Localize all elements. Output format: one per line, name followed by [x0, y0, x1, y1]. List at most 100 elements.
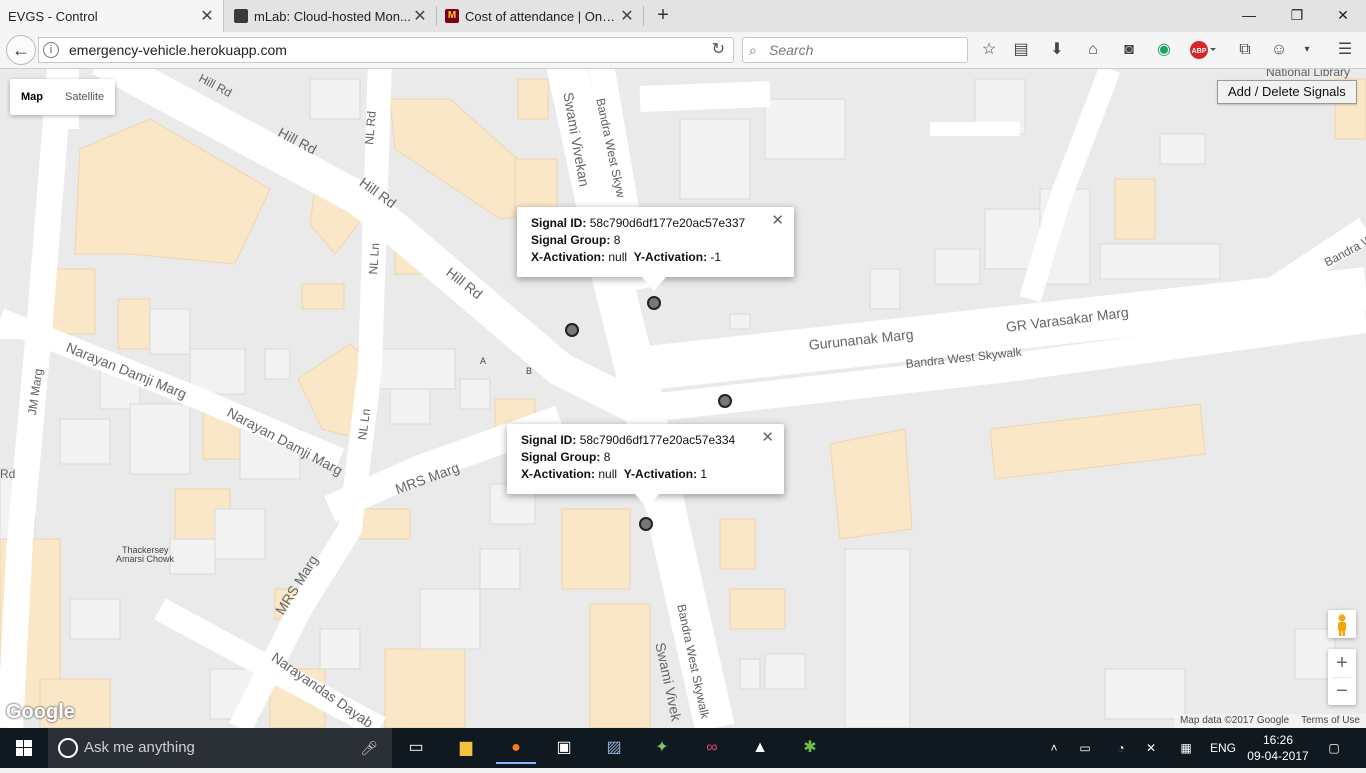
x-activation-value: null: [608, 250, 628, 264]
svg-text:ABP: ABP: [1192, 48, 1207, 55]
clock-time: 16:26: [1262, 733, 1294, 747]
terms-of-use-link[interactable]: Terms of Use: [1301, 714, 1360, 728]
overflow-chevron-icon[interactable]: ▾: [1296, 39, 1318, 61]
info-icon[interactable]: i: [43, 42, 59, 58]
street-label: Rd: [0, 467, 16, 481]
tab-cost-of-attendance[interactable]: M Cost of attendance | One ... ✕: [437, 0, 643, 32]
tab-evgs-control[interactable]: EVGS - Control ✕: [0, 0, 224, 32]
url-text: emergency-vehicle.herokuapp.com: [69, 42, 287, 58]
language-indicator[interactable]: ENG: [1208, 728, 1238, 768]
street-label: National Library: [1266, 69, 1351, 79]
back-button[interactable]: ←: [6, 35, 36, 65]
close-icon[interactable]: ✕: [619, 6, 635, 26]
y-activation-label: Y-Activation:: [623, 467, 698, 481]
file-explorer-icon[interactable]: ▆: [446, 732, 486, 764]
signal-marker[interactable]: [718, 394, 732, 408]
signal-id-value: 58c790d6df177e20ac57e337: [589, 216, 746, 230]
firefox-icon[interactable]: ●: [496, 732, 536, 764]
extension-shield-icon[interactable]: ◉: [1153, 39, 1175, 61]
info-window-pointer: [635, 494, 659, 508]
tab-title: Cost of attendance | One ...: [465, 8, 619, 24]
search-icon: ⌕: [749, 42, 757, 58]
minimize-button[interactable]: —: [1226, 0, 1272, 30]
signal-marker[interactable]: [565, 323, 579, 337]
restore-button[interactable]: ❐: [1274, 0, 1320, 30]
adblock-icon[interactable]: ABP: [1188, 39, 1218, 61]
battery-icon[interactable]: ▭: [1074, 728, 1096, 768]
pegman-figure-icon: [1338, 614, 1346, 636]
navigation-toolbar: ← i emergency-vehicle.herokuapp.com ↻ ⌕ …: [0, 32, 1366, 69]
zoom-out-button[interactable]: −: [1328, 677, 1356, 705]
map-type-satellite-button[interactable]: Satellite: [54, 79, 115, 115]
volume-muted-icon[interactable]: ✕: [1140, 728, 1162, 768]
image-viewer-icon[interactable]: ▲: [740, 732, 780, 764]
download-icon[interactable]: ⬇: [1046, 39, 1068, 61]
add-delete-signals-button[interactable]: Add / Delete Signals: [1217, 80, 1357, 104]
hamburger-menu-icon[interactable]: ☰: [1334, 39, 1356, 61]
new-tab-button[interactable]: +: [652, 4, 674, 26]
map-data-text: Map data ©2017 Google: [1179, 715, 1290, 726]
zoom-in-button[interactable]: +: [1328, 649, 1356, 677]
info-window-pointer: [642, 277, 666, 291]
signal-group-label: Signal Group:: [521, 450, 601, 464]
y-activation-value: -1: [710, 250, 722, 264]
street-label: NL Ln: [366, 242, 383, 275]
keyboard-icon[interactable]: ▦: [1172, 728, 1200, 768]
x-activation-label: X-Activation:: [531, 250, 606, 264]
start-button[interactable]: [0, 728, 48, 768]
zoom-control: + −: [1328, 649, 1356, 705]
pocket-icon[interactable]: ◙: [1118, 39, 1140, 61]
signal-id-label: Signal ID:: [531, 216, 587, 230]
address-bar[interactable]: i emergency-vehicle.herokuapp.com ↻: [38, 37, 734, 63]
zoom-divider: [1333, 677, 1351, 678]
show-hidden-icons-chevron-icon[interactable]: ˄: [1044, 728, 1064, 768]
map-canvas[interactable]: Hill Rd Hill Rd Hill Rd Hill Rd NL Rd NL…: [0, 69, 1366, 728]
cortana-search-box[interactable]: Ask me anything 🎤︎: [48, 728, 392, 768]
flickr-icon[interactable]: ∞: [692, 732, 732, 764]
close-icon[interactable]: ✕: [199, 6, 215, 26]
action-center-icon[interactable]: ▢: [1322, 728, 1346, 768]
signal-id-row: Signal ID: 58c790d6df177e20ac57e337: [531, 215, 780, 232]
signal-group-value: 8: [603, 450, 611, 464]
sync-icon[interactable]: ⧉: [1234, 39, 1256, 61]
map-attribution: Map data ©2017 Google Terms of Use: [1173, 714, 1366, 728]
x-activation-label: X-Activation:: [521, 467, 596, 481]
tab-mlab[interactable]: mLab: Cloud-hosted Mon... ✕: [226, 0, 436, 32]
close-window-button[interactable]: ✕: [1320, 0, 1366, 30]
signal-id-row: Signal ID: 58c790d6df177e20ac57e334: [521, 432, 770, 449]
place-label: Amarsi Chowk: [116, 554, 175, 564]
windows-taskbar: Ask me anything 🎤︎ ▭ ▆ ● ▣ ▨ ✦ ∞ ▲ ✱ ˄ ▭…: [0, 728, 1366, 768]
signal-group-row: Signal Group: 8: [531, 232, 780, 249]
system-clock[interactable]: 16:26 09-04-2017: [1246, 732, 1310, 764]
place-label: A: [480, 356, 487, 366]
signal-group-value: 8: [613, 233, 621, 247]
reload-icon[interactable]: ↻: [712, 38, 725, 62]
search-input[interactable]: ⌕ Search: [742, 37, 968, 63]
chart-app-icon[interactable]: ✱: [790, 732, 830, 764]
adblock-badge-icon: ABP: [1190, 41, 1216, 59]
profile-icon[interactable]: ☺: [1268, 39, 1290, 61]
signal-marker[interactable]: [639, 517, 653, 531]
signal-marker[interactable]: [647, 296, 661, 310]
microphone-icon[interactable]: 🎤︎: [360, 728, 378, 768]
wifi-icon[interactable]: ◔: [1110, 728, 1132, 768]
clock-date: 09-04-2017: [1247, 749, 1309, 763]
mlab-favicon-icon: [234, 9, 248, 23]
activation-row: X-Activation: null Y-Activation: 1: [521, 466, 770, 483]
photos-icon[interactable]: ▨: [594, 732, 634, 764]
close-icon[interactable]: ✕: [761, 429, 774, 446]
activation-row: X-Activation: null Y-Activation: -1: [531, 249, 780, 266]
bookmark-star-icon[interactable]: ☆: [978, 39, 1000, 61]
map-type-map-button[interactable]: Map: [10, 79, 54, 115]
signal-group-label: Signal Group:: [531, 233, 611, 247]
android-studio-icon[interactable]: ✦: [642, 732, 682, 764]
home-icon[interactable]: ⌂: [1082, 39, 1104, 61]
reading-list-icon[interactable]: ▤: [1010, 39, 1032, 61]
street-view-pegman-icon[interactable]: [1328, 610, 1356, 638]
close-icon[interactable]: ✕: [771, 212, 784, 229]
cortana-icon: [58, 738, 78, 758]
close-icon[interactable]: ✕: [412, 6, 428, 26]
signal-id-label: Signal ID:: [521, 433, 577, 447]
command-prompt-icon[interactable]: ▣: [544, 732, 584, 764]
task-view-icon[interactable]: ▭: [396, 732, 436, 764]
